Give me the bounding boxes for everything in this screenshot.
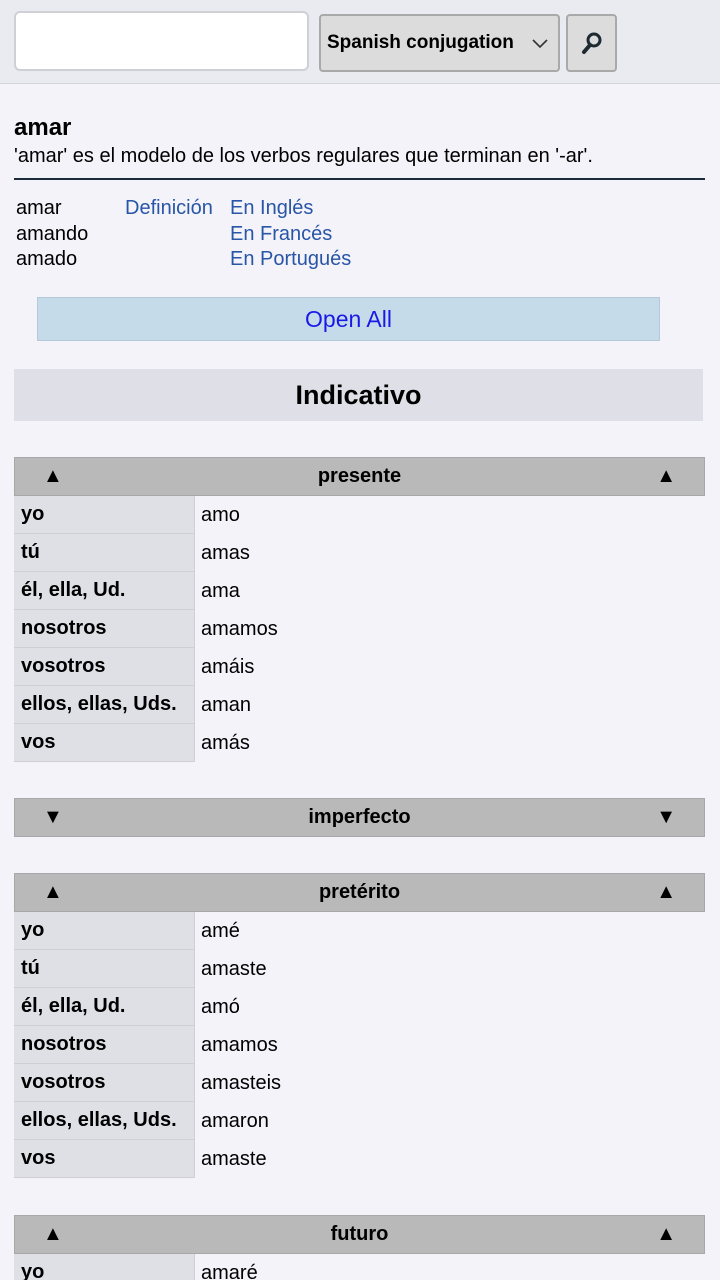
table-row: yo amé	[14, 912, 705, 950]
pronoun-cell: vosotros	[14, 1064, 195, 1102]
conjugation-cell: amaste	[201, 1147, 267, 1170]
conjugation-cell: amé	[201, 919, 240, 942]
tense-imperfecto: ▼ imperfecto ▼	[14, 798, 705, 837]
french-link[interactable]: En Francés	[230, 223, 332, 246]
conjugation-cell: ama	[201, 579, 240, 602]
mood-header: Indicativo	[14, 369, 703, 421]
pronoun-cell: nosotros	[14, 610, 195, 648]
collapse-arrow-icon: ▲	[43, 881, 63, 903]
tense-name: imperfecto	[308, 806, 411, 828]
chevron-down-icon	[532, 39, 548, 49]
pronoun-cell: vos	[14, 724, 195, 762]
pronoun-cell: yo	[14, 1254, 195, 1280]
collapse-arrow-icon: ▲	[656, 881, 676, 903]
tense-header[interactable]: ▲ futuro ▲	[14, 1215, 705, 1254]
table-row: vosotros amasteis	[14, 1064, 705, 1102]
conjugation-cell: amamos	[201, 617, 278, 640]
infinitive-form: amar	[16, 197, 62, 219]
table-row: él, ella, Ud. ama	[14, 572, 705, 610]
gerund-form: amando	[16, 223, 89, 245]
verb-description: 'amar' es el modelo de los verbos regula…	[14, 145, 593, 167]
open-all-button[interactable]: Open All	[37, 297, 660, 341]
definition-link[interactable]: Definición	[125, 197, 213, 220]
table-row: nosotros amamos	[14, 610, 705, 648]
conjugation-cell: amas	[201, 541, 250, 564]
tense-presente: ▲ presente ▲ yo amo tú amas él, ella, Ud. a…	[14, 457, 705, 762]
tense-header[interactable]: ▲ presente ▲	[14, 457, 705, 496]
conjugation-cell: amó	[201, 995, 240, 1018]
conjugation-cell: amamos	[201, 1033, 278, 1056]
language-select[interactable]: Spanish conjugation	[319, 14, 560, 72]
tense-name: futuro	[330, 1223, 389, 1245]
table-row: ellos, ellas, Uds. amaron	[14, 1102, 705, 1140]
pronoun-cell: yo	[14, 912, 195, 950]
pronoun-cell: él, ella, Ud.	[14, 572, 195, 610]
pronoun-cell: tú	[14, 950, 195, 988]
table-row: tú amaste	[14, 950, 705, 988]
conjugation-cell: aman	[201, 693, 252, 716]
collapse-arrow-icon: ▲	[656, 1223, 676, 1245]
title-divider	[14, 178, 705, 180]
table-row: vos amaste	[14, 1140, 705, 1178]
table-row: vosotros amáis	[14, 648, 705, 686]
tense-name: pretérito	[318, 881, 401, 903]
table-row: tú amas	[14, 534, 705, 572]
table-row: vos amás	[14, 724, 705, 762]
conjugation-cell: amasteis	[201, 1071, 282, 1094]
table-row: él, ella, Ud. amó	[14, 988, 705, 1026]
conjugation-cell: amaste	[201, 957, 267, 980]
pronoun-cell: ellos, ellas, Uds.	[14, 686, 195, 724]
collapse-arrow-icon: ▲	[43, 465, 63, 487]
conjugation-cell: amaron	[201, 1109, 269, 1132]
search-button[interactable]	[566, 14, 617, 72]
top-bar: Spanish conjugation	[0, 0, 720, 84]
magnifier-icon	[581, 32, 601, 54]
portuguese-link[interactable]: En Portugués	[230, 248, 351, 271]
pronoun-cell: vosotros	[14, 648, 195, 686]
expand-arrow-icon: ▼	[656, 806, 676, 828]
conjugation-cell: amáis	[201, 655, 255, 678]
tense-preterito: ▲ pretérito ▲ yo amé tú amaste él, ella, U…	[14, 873, 705, 1178]
conjugation-cell: amo	[201, 503, 240, 526]
pronoun-cell: vos	[14, 1140, 195, 1178]
pronoun-cell: yo	[14, 496, 195, 534]
search-input[interactable]	[14, 11, 309, 71]
main-content: amar 'amar' es el modelo de los verbos r…	[4, 86, 718, 1280]
tense-name: presente	[317, 465, 402, 487]
pronoun-cell: él, ella, Ud.	[14, 988, 195, 1026]
conjugation-cell: amás	[201, 731, 250, 754]
pronoun-cell: tú	[14, 534, 195, 572]
table-row: ellos, ellas, Uds. aman	[14, 686, 705, 724]
language-select-value: Spanish conjugation	[327, 32, 514, 53]
tense-header[interactable]: ▲ pretérito ▲	[14, 873, 705, 912]
tense-futuro: ▲ futuro ▲ yo amaré	[14, 1215, 705, 1280]
table-row: yo amo	[14, 496, 705, 534]
verb-title: amar	[14, 114, 72, 141]
tense-header[interactable]: ▼ imperfecto ▼	[14, 798, 705, 837]
conjugation-cell: amaré	[201, 1261, 258, 1280]
collapse-arrow-icon: ▲	[43, 1223, 63, 1245]
pronoun-cell: nosotros	[14, 1026, 195, 1064]
pronoun-cell: ellos, ellas, Uds.	[14, 1102, 195, 1140]
expand-arrow-icon: ▼	[43, 806, 63, 828]
table-row: nosotros amamos	[14, 1026, 705, 1064]
english-link[interactable]: En Inglés	[230, 197, 313, 220]
participle-form: amado	[16, 248, 78, 270]
collapse-arrow-icon: ▲	[656, 465, 676, 487]
table-row: yo amaré	[14, 1254, 705, 1280]
